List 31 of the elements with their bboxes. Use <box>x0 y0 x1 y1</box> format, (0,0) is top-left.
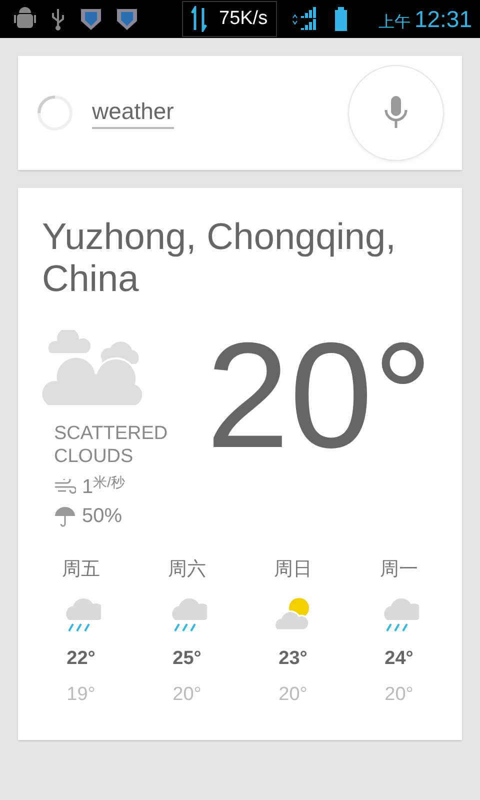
forecast-low: 19° <box>66 684 96 706</box>
clock-time: 12:31 <box>414 6 472 32</box>
forecast-day: 周日 <box>274 556 312 582</box>
forecast-high: 24° <box>384 648 414 670</box>
shield-icon <box>116 7 138 31</box>
forecast-day: 周六 <box>168 556 206 582</box>
loading-spinner-icon <box>36 94 74 132</box>
weather-condition: SCATTERED CLOUDS <box>54 422 169 468</box>
current-temperature: 20° <box>206 320 433 481</box>
data-transfer-icon <box>191 6 207 32</box>
forecast-high: 23° <box>278 648 308 670</box>
battery-icon <box>334 7 347 31</box>
forecast-low: 20° <box>172 684 202 706</box>
forecast-low: 20° <box>278 684 308 706</box>
umbrella-icon <box>54 506 76 528</box>
wind-speed: 1$^{米/秒}$ <box>82 474 126 499</box>
search-query[interactable]: weather <box>92 98 174 128</box>
shield-icon <box>80 7 102 31</box>
forecast-day: 周一 <box>380 556 418 582</box>
location-title: Yuzhong, Chongqing, China <box>42 216 397 300</box>
forecast-day: 周五 <box>62 556 100 582</box>
time-period: 上午 <box>378 12 410 32</box>
microphone-icon <box>383 96 409 130</box>
android-icon <box>14 7 36 31</box>
precipitation-chance: 50% <box>82 505 122 528</box>
forecast-low: 20° <box>384 684 414 706</box>
forecast-high: 25° <box>172 648 202 670</box>
network-speed: 75K/s <box>219 8 268 30</box>
wind-icon <box>54 478 76 494</box>
usb-icon <box>50 7 66 31</box>
forecast-high: 22° <box>66 648 96 670</box>
